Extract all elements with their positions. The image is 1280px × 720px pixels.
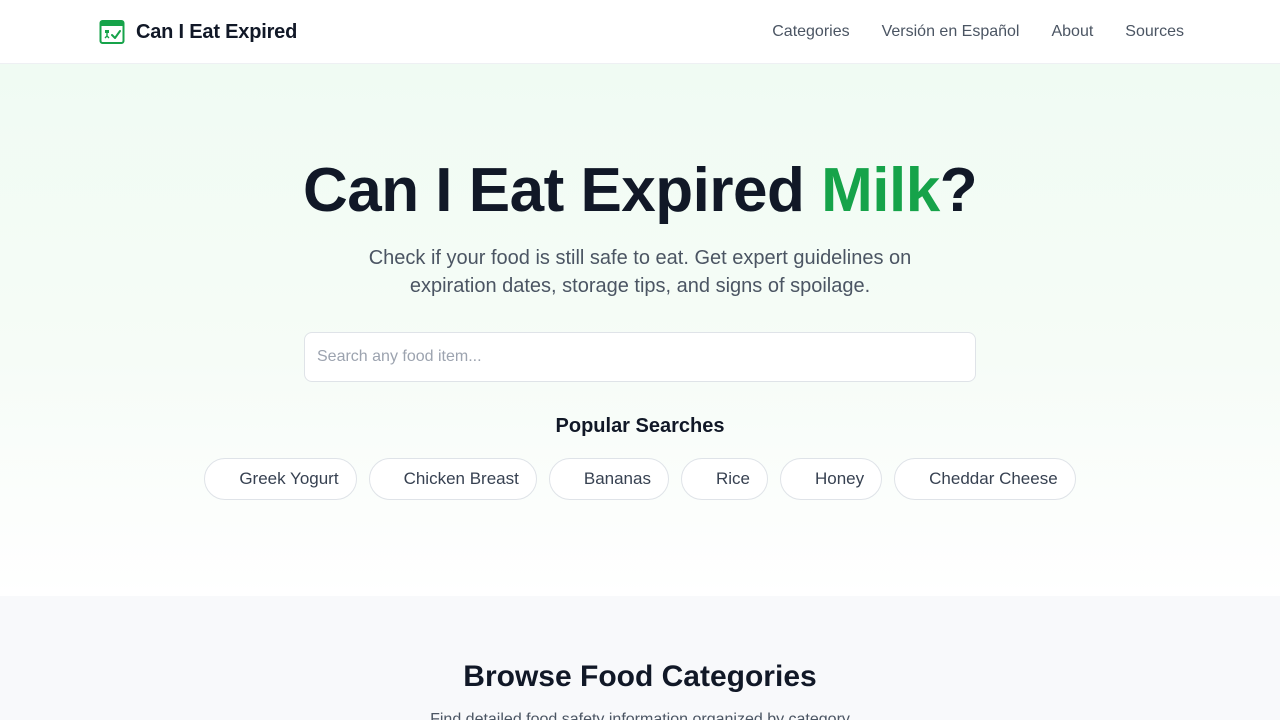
- site-header: Can I Eat Expired Categories Versión en …: [0, 0, 1280, 64]
- popular-chip-rice[interactable]: Rice: [680, 458, 768, 500]
- popular-chip-greek-yogurt[interactable]: Greek Yogurt: [204, 458, 357, 500]
- hero-title-food: Milk: [821, 156, 940, 225]
- categories-subtitle: Find detailed food safety information or…: [430, 711, 850, 720]
- nav-link-spanish[interactable]: Versión en Español: [882, 23, 1020, 41]
- brand-name: Can I Eat Expired: [136, 20, 298, 43]
- nav-link-about[interactable]: About: [1051, 23, 1093, 41]
- food-search-input[interactable]: [304, 332, 976, 382]
- popular-searches-title: Popular Searches: [555, 415, 725, 437]
- hero-title: Can I Eat Expired Milk?: [0, 154, 1280, 228]
- categories-section: Browse Food Categories Find detailed foo…: [0, 596, 1280, 720]
- popular-searches-list: Greek Yogurt Chicken Breast Bananas Rice…: [0, 458, 1280, 500]
- popular-chip-honey[interactable]: Honey: [780, 458, 883, 500]
- hero-title-prefix: Can I Eat Expired: [302, 156, 822, 225]
- hero-subtitle: Check if your food is still safe to eat.…: [368, 247, 912, 297]
- brand-logo-link[interactable]: Can I Eat Expired: [99, 19, 297, 45]
- popular-chip-bananas[interactable]: Bananas: [548, 458, 669, 500]
- calendar-check-icon: [99, 20, 125, 44]
- popular-chip-chicken-breast[interactable]: Chicken Breast: [368, 458, 537, 500]
- hero-title-suffix: ?: [939, 156, 978, 225]
- popular-chip-cheddar-cheese[interactable]: Cheddar Cheese: [894, 458, 1076, 500]
- hero-section: Can I Eat Expired Milk? Check if your fo…: [0, 64, 1280, 596]
- nav-link-categories[interactable]: Categories: [772, 23, 849, 41]
- nav-link-sources[interactable]: Sources: [1125, 23, 1184, 41]
- categories-title: Browse Food Categories: [463, 660, 817, 693]
- main-nav: Categories Versión en Español About Sour…: [772, 0, 1184, 64]
